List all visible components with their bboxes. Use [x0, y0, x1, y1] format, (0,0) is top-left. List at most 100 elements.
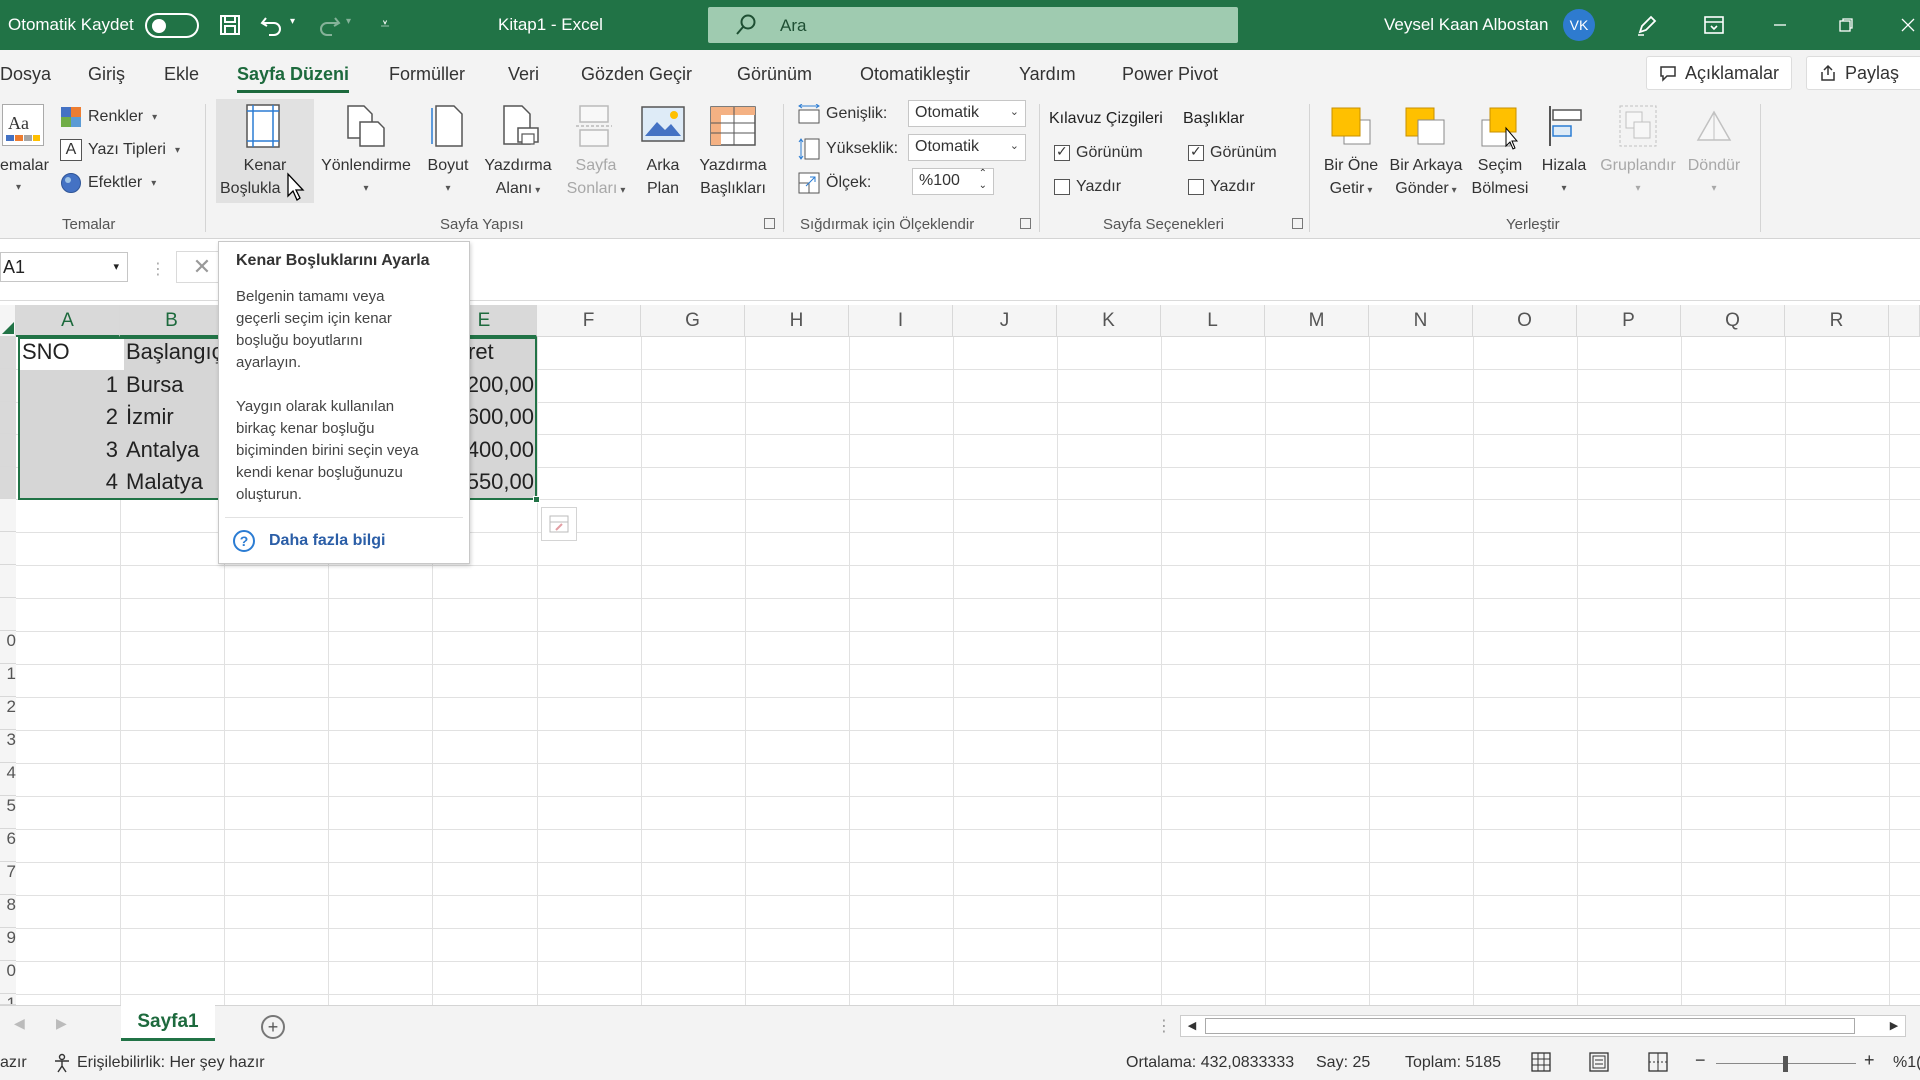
row-header[interactable]: 2 — [0, 697, 16, 730]
tab-view[interactable]: Görünüm — [737, 64, 812, 85]
cell-b1[interactable]: Başlangıç — [126, 339, 222, 365]
spinner-arrows-icon[interactable]: ⌃ ⌄ — [979, 168, 987, 192]
cell-a5[interactable]: 4 — [22, 469, 118, 495]
row-header[interactable] — [0, 337, 16, 369]
headings-print-checkbox[interactable]: Yazdır — [1188, 178, 1255, 196]
zoom-in-icon[interactable]: + — [1864, 1050, 1875, 1071]
cell-b3[interactable]: İzmir — [126, 404, 222, 430]
add-sheet-icon[interactable]: + — [261, 1015, 285, 1039]
breaks-button[interactable]: Sayfa Sonları ▾ — [556, 154, 636, 202]
more-options-icon[interactable]: ⋮ — [150, 259, 166, 279]
row-header[interactable]: 0 — [0, 631, 16, 664]
row-header[interactable] — [0, 467, 16, 499]
cell-b2[interactable]: Bursa — [126, 372, 222, 398]
row-header[interactable] — [0, 565, 16, 598]
rotate-icon[interactable] — [1694, 104, 1734, 153]
cell-a1[interactable]: SNO — [22, 339, 118, 365]
tab-formulas[interactable]: Formüller — [389, 64, 465, 85]
column-header[interactable]: I — [849, 305, 953, 337]
scroll-tabs-left-icon[interactable]: ◀ — [14, 1015, 25, 1032]
column-header[interactable]: F — [537, 305, 641, 337]
name-box[interactable]: A1 ▾ — [0, 252, 128, 282]
headings-view-checkbox[interactable]: Görünüm — [1188, 143, 1277, 162]
undo-icon[interactable] — [257, 10, 287, 40]
send-backward-button[interactable]: Bir Arkaya Gönder ▾ — [1386, 154, 1466, 202]
zoom-slider-thumb[interactable] — [1783, 1056, 1788, 1072]
size-button[interactable]: Boyut ▾ — [420, 154, 476, 200]
row-header[interactable] — [0, 499, 16, 532]
ribbon-display-options-icon[interactable] — [1699, 10, 1729, 40]
send-backward-icon[interactable] — [1404, 106, 1446, 151]
autosave-toggle[interactable] — [145, 13, 199, 38]
rotate-button[interactable]: Döndür ▾ — [1684, 154, 1744, 200]
splitter-icon[interactable]: ⋮ — [1156, 1016, 1172, 1036]
page-break-view-icon[interactable] — [1648, 1052, 1668, 1077]
scroll-tabs-right-icon[interactable]: ▶ — [56, 1015, 67, 1032]
colors-button[interactable]: Renkler ▾ — [60, 106, 157, 128]
redo-dropdown-icon[interactable]: ▾ — [346, 16, 351, 27]
help-icon[interactable]: ? — [233, 530, 255, 552]
cell-a4[interactable]: 3 — [22, 437, 118, 463]
background-button[interactable]: Arka Plan — [638, 154, 688, 200]
orientation-button[interactable]: Yönlendirme ▾ — [316, 154, 416, 200]
cell-a2[interactable]: 1 — [22, 372, 118, 398]
column-header[interactable]: K — [1057, 305, 1161, 337]
select-all-corner[interactable] — [0, 305, 16, 337]
selection-pane-icon[interactable] — [1480, 106, 1522, 155]
quick-analysis-icon[interactable] — [541, 507, 577, 541]
group-objects-button[interactable]: Gruplandır ▾ — [1596, 154, 1680, 200]
row-header[interactable]: 5 — [0, 796, 16, 829]
column-header[interactable]: P — [1577, 305, 1681, 337]
sheet-tab-active[interactable]: Sayfa1 — [121, 1005, 215, 1041]
column-header[interactable]: O — [1473, 305, 1577, 337]
gridlines-view-checkbox[interactable]: Görünüm — [1054, 143, 1143, 162]
column-header[interactable] — [1889, 305, 1920, 337]
column-header[interactable]: N — [1369, 305, 1473, 337]
scroll-left-icon[interactable]: ◀ — [1183, 1017, 1201, 1035]
bring-forward-icon[interactable] — [1330, 106, 1372, 151]
group-objects-icon[interactable] — [1618, 104, 1658, 153]
scrollbar-thumb[interactable] — [1205, 1018, 1855, 1034]
tab-power-pivot[interactable]: Power Pivot — [1122, 64, 1218, 85]
row-header[interactable] — [0, 532, 16, 565]
column-header[interactable]: Q — [1681, 305, 1785, 337]
user-name[interactable]: Veysel Kaan Albostan — [1384, 15, 1548, 35]
row-header[interactable]: 9 — [0, 928, 16, 961]
row-header[interactable] — [0, 598, 16, 631]
checkbox-unchecked[interactable] — [1054, 179, 1070, 195]
row-header[interactable]: 1 — [0, 994, 16, 1005]
undo-dropdown-icon[interactable]: ▾ — [290, 16, 295, 27]
scale-launcher-icon[interactable] — [1020, 218, 1031, 229]
print-area-button[interactable]: Yazdırma Alanı ▾ — [476, 154, 560, 202]
breaks-icon[interactable] — [576, 104, 612, 153]
restore-icon[interactable] — [1831, 10, 1861, 40]
comments-button[interactable]: Açıklamalar — [1646, 56, 1793, 90]
column-header[interactable]: A — [16, 305, 120, 337]
align-button[interactable]: Hizala ▾ — [1536, 154, 1592, 200]
print-titles-button[interactable]: Yazdırma Başlıkları — [690, 154, 776, 200]
column-header[interactable]: H — [745, 305, 849, 337]
column-header[interactable]: B — [120, 305, 224, 337]
fill-handle[interactable] — [533, 496, 540, 503]
tab-help[interactable]: Yardım — [1019, 64, 1076, 85]
pen-icon[interactable] — [1632, 10, 1662, 40]
gridlines-print-checkbox[interactable]: Yazdır — [1054, 178, 1121, 196]
cell-e1[interactable]: ret — [468, 339, 532, 365]
close-icon[interactable] — [1893, 10, 1920, 40]
scale-spinner[interactable]: %100 ⌃ ⌄ — [912, 168, 994, 195]
print-titles-icon[interactable] — [710, 106, 756, 151]
zoom-out-icon[interactable]: − — [1695, 1050, 1706, 1071]
selection-pane-button[interactable]: Seçim Bölmesi — [1468, 154, 1532, 200]
checkbox-checked[interactable] — [1188, 143, 1204, 161]
normal-view-icon[interactable] — [1531, 1052, 1551, 1077]
tab-automate[interactable]: Otomatikleştir — [860, 64, 970, 85]
tab-insert[interactable]: Ekle — [164, 64, 199, 85]
effects-button[interactable]: Efektler ▾ — [60, 172, 156, 194]
row-header[interactable]: 8 — [0, 895, 16, 928]
row-header[interactable]: 4 — [0, 763, 16, 796]
size-icon[interactable] — [430, 104, 464, 153]
bring-forward-button[interactable]: Bir Öne Getir ▾ — [1318, 154, 1384, 202]
row-header[interactable]: 6 — [0, 829, 16, 862]
column-header[interactable]: J — [953, 305, 1057, 337]
row-header[interactable] — [0, 369, 16, 402]
